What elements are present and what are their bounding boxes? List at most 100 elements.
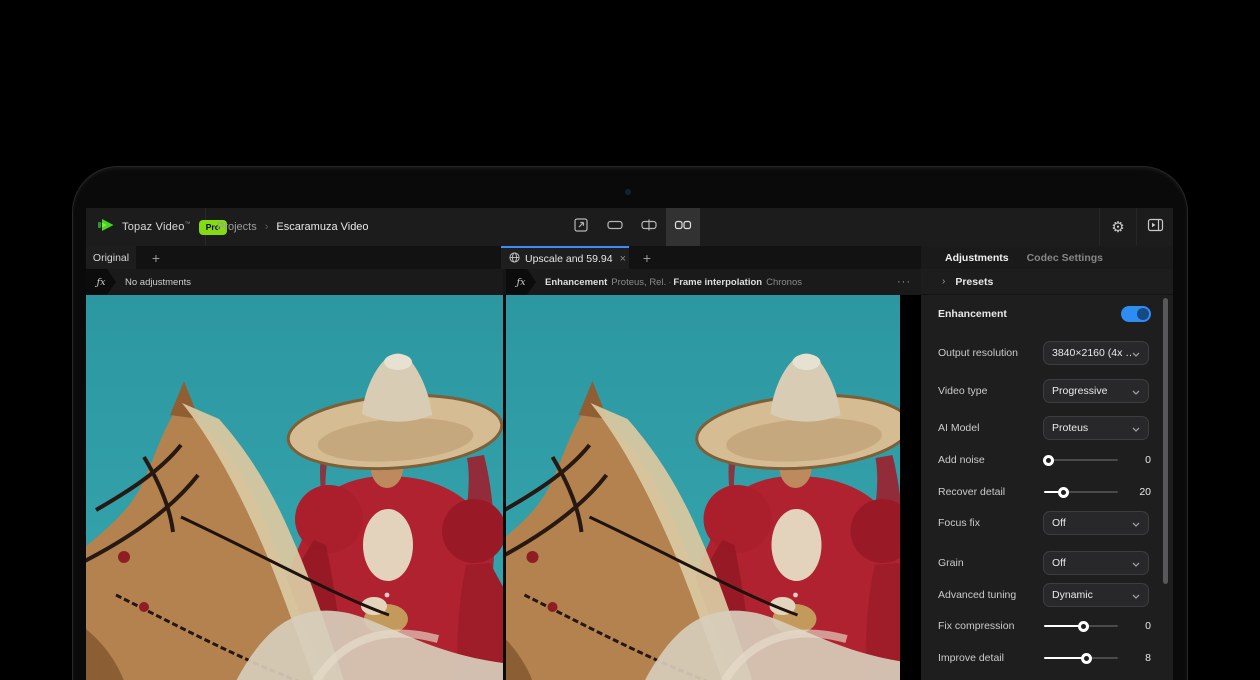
control-label: Improve detail	[938, 652, 1004, 664]
enhancement-toggle-row: Enhancement	[921, 302, 1173, 326]
breadcrumb-separator-icon: ›	[265, 221, 269, 233]
slider-thumb[interactable]	[1078, 621, 1089, 632]
breadcrumb-current-project: Escaramuza Video	[276, 221, 368, 233]
chevron-down-icon	[1132, 554, 1140, 572]
topaz-video-app-window: Topaz Video™ Pro Projects › Escaramuza V…	[86, 208, 1173, 680]
chevron-down-icon	[1132, 586, 1140, 604]
settings-button[interactable]: ⚙	[1100, 208, 1136, 246]
focus-fix-dropdown[interactable]: Off	[1043, 511, 1149, 535]
fit-view-icon	[573, 217, 589, 238]
export-panel-toggle-button[interactable]	[1137, 208, 1173, 246]
video-type-dropdown[interactable]: Progressive	[1043, 379, 1149, 403]
enhancement-filter-value: Proteus, Rel.	[611, 277, 666, 288]
video-letterbox	[900, 295, 921, 680]
slider-value: 0	[1119, 454, 1151, 466]
tab-codec-settings[interactable]: Codec Settings	[1027, 252, 1103, 264]
enhancement-toggle[interactable]	[1121, 306, 1151, 322]
grain-dropdown[interactable]: Off	[1043, 551, 1149, 575]
side-by-side-view-icon	[674, 218, 692, 237]
breadcrumb: Projects › Escaramuza Video	[217, 208, 369, 246]
enhancement-filter-label: Enhancement	[545, 277, 607, 288]
no-adjustments-label: No adjustments	[125, 277, 191, 288]
fix-compression-row: Fix compression 0	[921, 614, 1173, 638]
content-area: Enhancement Output resolution 3840×2160 …	[86, 295, 1173, 680]
close-tab-icon[interactable]: ×	[618, 253, 628, 265]
split-view-button[interactable]	[632, 208, 666, 246]
control-label: Add noise	[938, 454, 985, 466]
interpolation-filter-value: Chronos	[766, 277, 802, 288]
recover-detail-row: Recover detail 20	[921, 480, 1173, 504]
slider-thumb[interactable]	[1081, 653, 1092, 664]
chevron-down-icon	[1132, 382, 1140, 400]
dropdown-value: Proteus	[1052, 422, 1088, 434]
control-label: Focus fix	[938, 517, 980, 529]
original-filter-bar: ƒx No adjustments	[86, 269, 503, 295]
single-view-icon	[606, 218, 624, 237]
panel-tabs: Adjustments Codec Settings	[921, 246, 1173, 269]
fix-compression-slider[interactable]	[1044, 614, 1118, 638]
tabs-row: Original + Upscale and 59.94 × +	[86, 246, 1173, 269]
tab-original[interactable]: Original	[86, 246, 136, 269]
add-tab-button-right[interactable]: +	[635, 246, 659, 269]
ai-model-row: AI Model Proteus	[921, 416, 1173, 440]
split-view-icon	[640, 218, 658, 237]
control-label: Video type	[938, 385, 987, 397]
presets-label: Presets	[955, 276, 993, 288]
presets-section-header[interactable]: › Presets	[921, 269, 1173, 295]
recover-detail-slider[interactable]	[1044, 480, 1118, 504]
control-label: Output resolution	[938, 347, 1018, 359]
panel-toggle-icon	[1147, 218, 1164, 236]
single-view-button[interactable]	[598, 208, 632, 246]
advanced-tuning-dropdown[interactable]: Dynamic	[1043, 583, 1149, 607]
dropdown-value: Off	[1052, 517, 1066, 529]
improve-detail-slider[interactable]	[1044, 646, 1118, 670]
tab-upscale-label: Upscale and 59.94	[525, 253, 613, 265]
chevron-down-icon	[1132, 344, 1140, 362]
control-label: Fix compression	[938, 620, 1014, 632]
chevron-down-icon	[1132, 514, 1140, 532]
control-label: Recover detail	[938, 486, 1005, 498]
laptop-frame: Topaz Video™ Pro Projects › Escaramuza V…	[72, 166, 1188, 680]
toggle-knob	[1137, 308, 1149, 320]
advanced-tuning-row: Advanced tuning Dynamic	[921, 583, 1173, 607]
video-type-row: Video type Progressive	[921, 379, 1173, 403]
fit-view-button[interactable]	[564, 208, 598, 246]
gear-icon: ⚙	[1111, 218, 1124, 236]
breadcrumb-projects-link[interactable]: Projects	[217, 221, 257, 233]
more-options-icon[interactable]: ···	[897, 276, 911, 288]
play-logo-icon	[98, 218, 116, 237]
backdrop: Topaz Video™ Pro Projects › Escaramuza V…	[0, 0, 1260, 680]
control-label: Grain	[938, 557, 964, 569]
add-noise-slider[interactable]	[1044, 448, 1118, 472]
side-by-side-view-button[interactable]	[666, 208, 700, 246]
add-tab-button-left[interactable]: +	[144, 246, 168, 269]
output-resolution-dropdown[interactable]: 3840×2160 (4x …	[1043, 341, 1149, 365]
chevron-down-icon	[1132, 419, 1140, 437]
original-video-preview[interactable]	[86, 295, 503, 680]
adjustments-panel: Enhancement Output resolution 3840×2160 …	[921, 295, 1173, 680]
output-resolution-row: Output resolution 3840×2160 (4x …	[921, 341, 1173, 365]
control-label: AI Model	[938, 422, 979, 434]
add-noise-row: Add noise 0	[921, 448, 1173, 472]
enhancement-section-label: Enhancement	[938, 308, 1007, 320]
control-label: Advanced tuning	[938, 589, 1016, 601]
fx-badge-icon: ƒx	[506, 269, 536, 295]
panel-scrollbar[interactable]	[1163, 298, 1168, 584]
slider-value: 8	[1119, 652, 1151, 664]
slider-thumb[interactable]	[1043, 455, 1054, 466]
tab-upscale[interactable]: Upscale and 59.94 ×	[501, 246, 629, 269]
chevron-right-icon: ›	[942, 276, 945, 287]
tab-adjustments[interactable]: Adjustments	[945, 252, 1009, 264]
filter-row: ƒx No adjustments ƒx Enhancement Proteus…	[86, 269, 1173, 295]
enhanced-filter-bar: ƒx Enhancement Proteus, Rel. · Frame int…	[506, 269, 921, 295]
slider-thumb[interactable]	[1058, 487, 1069, 498]
enhanced-video-preview[interactable]	[506, 295, 900, 680]
slider-value: 0	[1119, 620, 1151, 632]
ai-model-dropdown[interactable]: Proteus	[1043, 416, 1149, 440]
header-right-actions: ⚙	[1099, 208, 1173, 246]
focus-fix-row: Focus fix Off	[921, 511, 1173, 535]
app-logo: Topaz Video™ Pro	[86, 208, 206, 246]
dropdown-value: 3840×2160 (4x …	[1052, 347, 1132, 359]
grain-row: Grain Off	[921, 551, 1173, 575]
improve-detail-row: Improve detail 8	[921, 646, 1173, 670]
